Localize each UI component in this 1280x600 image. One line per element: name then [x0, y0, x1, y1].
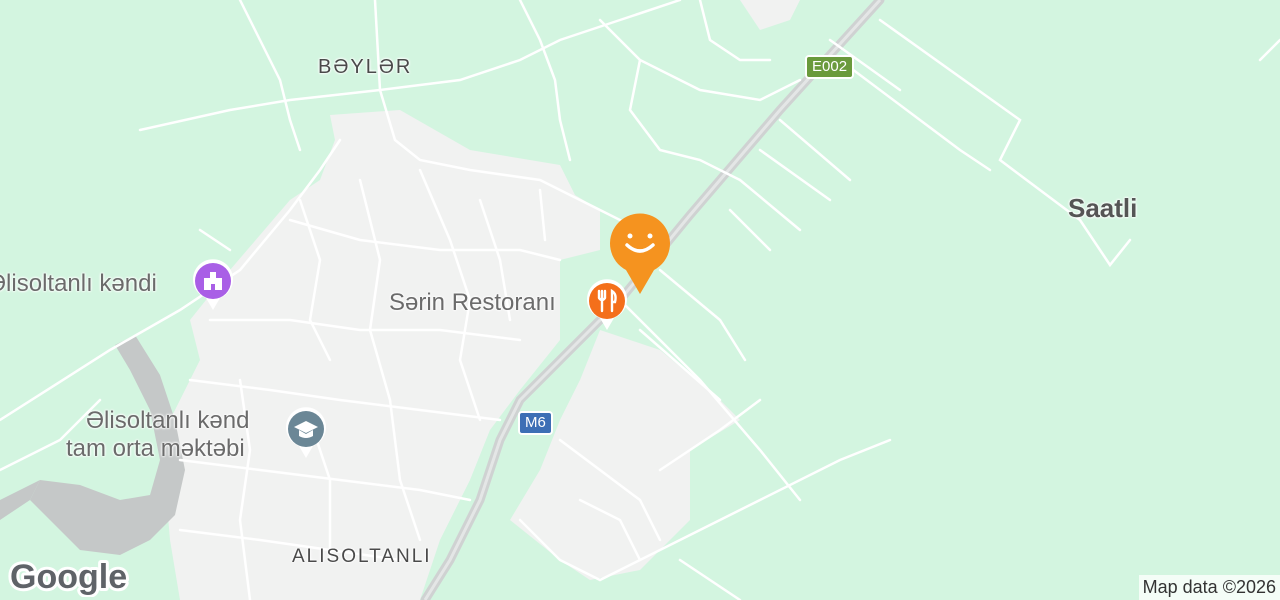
- town-label-saatli[interactable]: Saatli: [1068, 193, 1137, 224]
- school-pin[interactable]: [283, 406, 329, 462]
- poi-label-alisoltanli-kendi[interactable]: Əlisoltanlı kəndi: [0, 270, 157, 298]
- poi-label-restaurant[interactable]: Sərin Restoranı: [389, 289, 556, 317]
- landmark-pin[interactable]: [190, 258, 236, 314]
- poi-label-school-line1[interactable]: Əlisoltanlı kənd: [86, 407, 249, 435]
- area-label-alisoltanli: ALISOLTANLI: [292, 546, 432, 567]
- map-canvas[interactable]: BƏYLƏR ALISOLTANLI Saatli E002 M6 Əlisol…: [0, 0, 1280, 600]
- google-logo-text-fill: Google: [10, 558, 127, 596]
- google-logo: Google Google: [8, 555, 130, 597]
- selected-location-pin[interactable]: [604, 208, 676, 298]
- map-attribution[interactable]: Map data ©2026: [1138, 575, 1280, 600]
- road-shield-e002: E002: [805, 55, 855, 79]
- area-label-beyler: BƏYLƏR: [318, 56, 413, 78]
- poi-label-school-line2[interactable]: tam orta məktəbi: [66, 435, 245, 463]
- road-shield-m6: M6: [518, 411, 553, 435]
